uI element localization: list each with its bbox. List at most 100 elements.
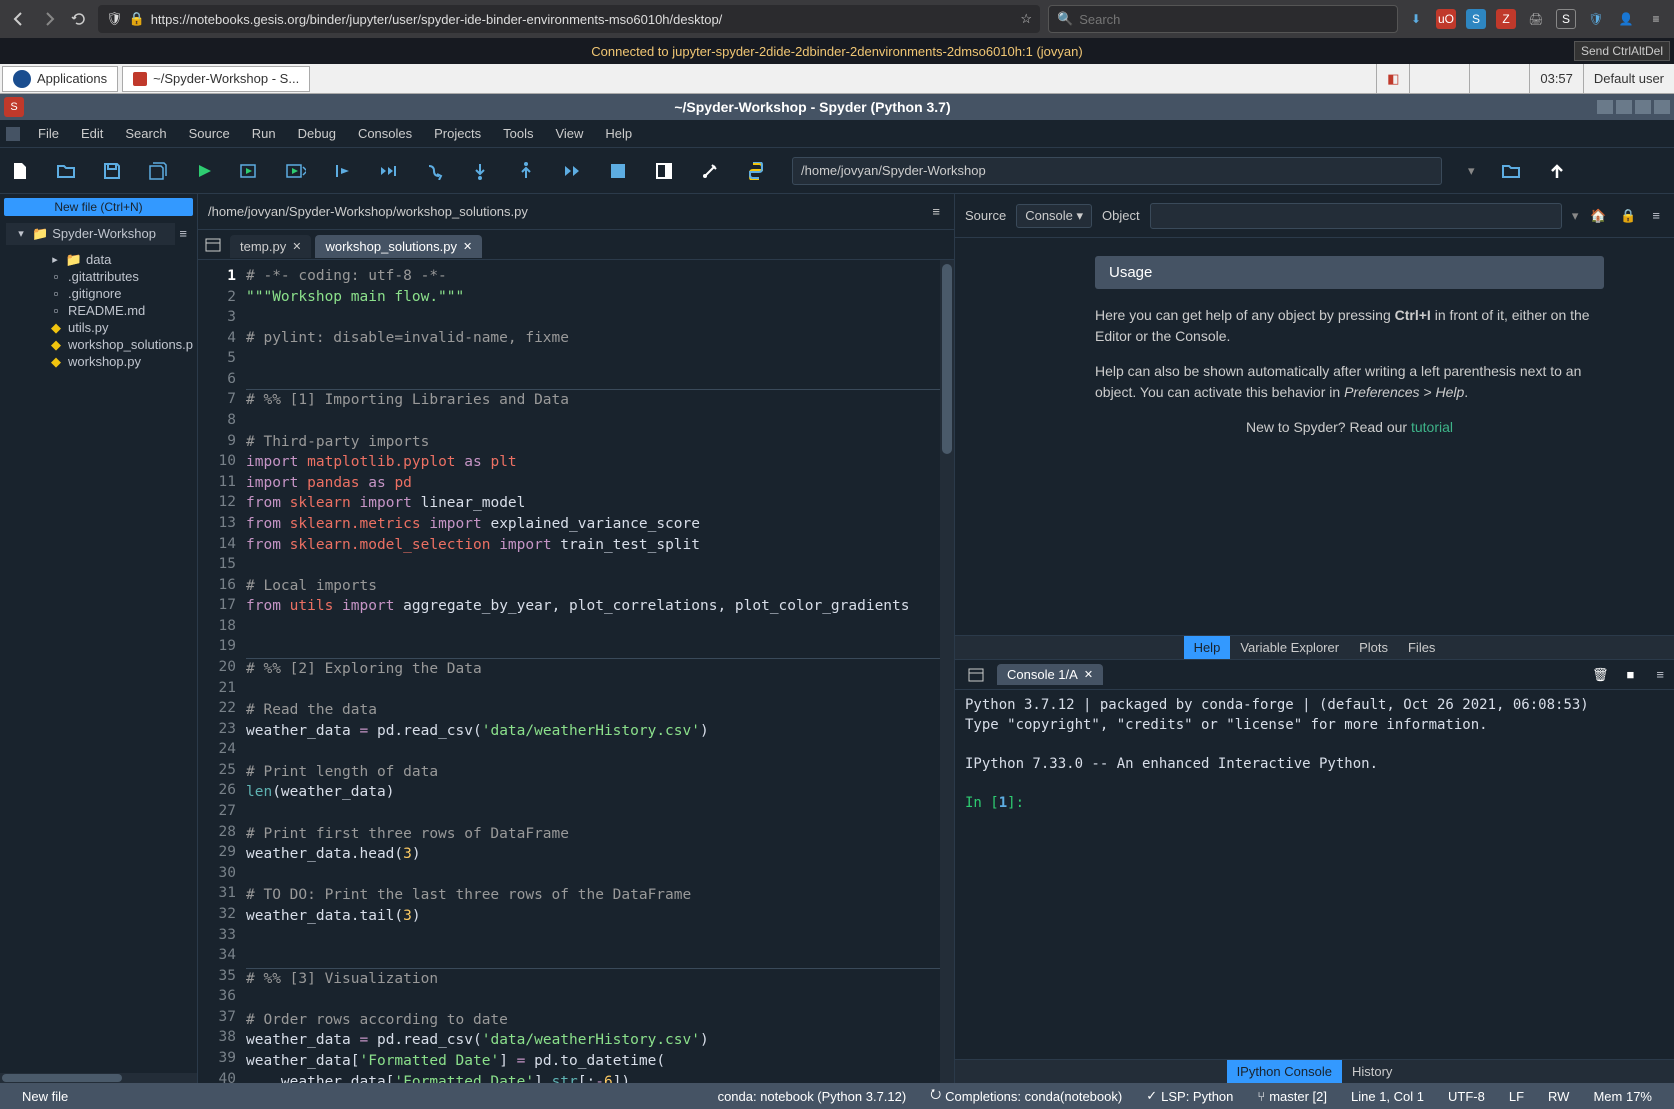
tree-item-workshop-py[interactable]: ◆workshop.py xyxy=(0,353,197,370)
task-window-button[interactable]: ~/Spyder-Workshop - S... xyxy=(122,66,310,92)
back-button[interactable] xyxy=(8,8,30,30)
console-options-icon[interactable]: ≡ xyxy=(1652,663,1668,686)
editor-scrollbar[interactable] xyxy=(940,260,954,1083)
obj-dropdown-icon[interactable]: ▾ xyxy=(1572,208,1579,224)
saveall-toolbar-button[interactable] xyxy=(148,161,168,181)
ext-s-icon[interactable]: S xyxy=(1466,9,1486,29)
project-options-icon[interactable]: ≡ xyxy=(175,222,191,245)
menu-edit[interactable]: Edit xyxy=(71,123,113,144)
run-cell-advance-button[interactable] xyxy=(286,161,306,181)
menu-source[interactable]: Source xyxy=(179,123,240,144)
console-prompt[interactable]: In [1]: xyxy=(965,794,1664,814)
bookmark-star-icon[interactable]: ☆ xyxy=(1020,11,1032,27)
status-eol[interactable]: LF xyxy=(1497,1085,1536,1107)
ext-shield-icon[interactable]: 🛡 xyxy=(1586,9,1606,29)
reload-button[interactable] xyxy=(68,8,90,30)
close-icon[interactable]: ✕ xyxy=(1084,668,1093,681)
parent-dir-button[interactable] xyxy=(1547,161,1567,181)
project-root[interactable]: ▾ 📁 Spyder-Workshop xyxy=(6,223,175,245)
tree-item-data[interactable]: ▸📁data xyxy=(0,251,197,268)
newfile-toolbar-button[interactable] xyxy=(10,161,30,181)
browser-menu-icon[interactable]: ≡ xyxy=(1646,9,1666,29)
console-tab-1a[interactable]: Console 1/A✕ xyxy=(997,664,1103,685)
ext-z-icon[interactable]: Z xyxy=(1496,9,1516,29)
home-icon[interactable]: 🏠 xyxy=(1588,206,1608,226)
debug-step-button[interactable] xyxy=(424,161,444,181)
tab-files[interactable]: Files xyxy=(1398,636,1445,659)
tab-help[interactable]: Help xyxy=(1184,636,1231,659)
tab-temp[interactable]: temp.py✕ xyxy=(230,235,311,258)
applications-button[interactable]: Applications xyxy=(2,66,118,92)
tree-item--gitignore[interactable]: ▫.gitignore xyxy=(0,285,197,302)
maximize-pane-button[interactable] xyxy=(654,161,674,181)
ext-print-icon[interactable]: 🖨 xyxy=(1526,9,1546,29)
preferences-button[interactable] xyxy=(700,161,720,181)
send-ctrlaltdel-button[interactable]: Send CtrlAltDel xyxy=(1574,41,1670,61)
ext-ublock-icon[interactable]: uO xyxy=(1436,9,1456,29)
status-completions[interactable]: ⭮Completions: conda(notebook) xyxy=(918,1085,1134,1107)
lock-icon[interactable]: 🔒 xyxy=(1618,206,1638,226)
minimize-button[interactable] xyxy=(1597,100,1613,114)
status-conda[interactable]: conda: notebook (Python 3.7.12) xyxy=(706,1085,919,1107)
interrupt-icon[interactable]: ■ xyxy=(1627,667,1635,682)
object-input[interactable] xyxy=(1150,203,1562,229)
menu-run[interactable]: Run xyxy=(242,123,286,144)
ext-s2-icon[interactable]: S xyxy=(1556,9,1576,29)
run-selection-button[interactable] xyxy=(332,161,352,181)
menu-view[interactable]: View xyxy=(545,123,593,144)
tree-item--gitattributes[interactable]: ▫.gitattributes xyxy=(0,268,197,285)
open-toolbar-button[interactable] xyxy=(56,161,76,181)
browser-search[interactable]: 🔍 xyxy=(1048,5,1398,33)
debug-continue-button[interactable] xyxy=(562,161,582,181)
tab-workshop-solutions[interactable]: workshop_solutions.py✕ xyxy=(315,235,482,258)
restore-button[interactable] xyxy=(1635,100,1651,114)
debug-stepin-button[interactable] xyxy=(470,161,490,181)
close-icon[interactable]: ✕ xyxy=(292,240,301,253)
user-label[interactable]: Default user xyxy=(1583,64,1674,93)
tree-item-utils-py[interactable]: ◆utils.py xyxy=(0,319,197,336)
status-encoding[interactable]: UTF-8 xyxy=(1436,1085,1497,1107)
code-content[interactable]: # -*- coding: utf-8 -*-"""Workshop main … xyxy=(246,260,940,1083)
menu-projects[interactable]: Projects xyxy=(424,123,491,144)
close-icon[interactable]: ✕ xyxy=(463,240,472,253)
forward-button[interactable] xyxy=(38,8,60,30)
run-button[interactable] xyxy=(194,161,214,181)
run-cell-button[interactable] xyxy=(240,161,260,181)
tab-plots[interactable]: Plots xyxy=(1349,636,1398,659)
menu-search[interactable]: Search xyxy=(115,123,176,144)
editor-options-icon[interactable]: ≡ xyxy=(928,200,944,223)
console-output[interactable]: Python 3.7.12 | packaged by conda-forge … xyxy=(955,690,1674,1059)
menu-tools[interactable]: Tools xyxy=(493,123,543,144)
tree-item-workshop_solutions-p[interactable]: ◆workshop_solutions.p xyxy=(0,336,197,353)
status-cursor[interactable]: Line 1, Col 1 xyxy=(1339,1085,1436,1107)
tab-browse-icon[interactable] xyxy=(198,238,228,252)
debug-stop-button[interactable] xyxy=(608,161,628,181)
tray-slot-1[interactable]: ◧ xyxy=(1376,64,1409,93)
control-box-icon[interactable] xyxy=(6,127,20,141)
wd-dropdown-icon[interactable]: ▾ xyxy=(1468,163,1475,179)
browse-dir-button[interactable] xyxy=(1501,161,1521,181)
tab-history[interactable]: History xyxy=(1342,1060,1402,1083)
url-bar[interactable]: 🛡 🔒 https://notebooks.gesis.org/binder/j… xyxy=(98,5,1040,33)
source-select[interactable]: Console ▾ xyxy=(1016,204,1092,228)
sidebar-scrollbar[interactable] xyxy=(0,1073,197,1083)
menu-file[interactable]: File xyxy=(28,123,69,144)
debug-stepout-button[interactable] xyxy=(516,161,536,181)
browser-search-input[interactable] xyxy=(1079,12,1389,27)
debug-button[interactable] xyxy=(378,161,398,181)
close-button[interactable] xyxy=(1654,100,1670,114)
download-icon[interactable]: ⬇ xyxy=(1406,9,1426,29)
code-editor[interactable]: 1234567891011121314151617181920212223242… xyxy=(198,260,954,1083)
python-path-button[interactable] xyxy=(746,161,766,181)
tutorial-link[interactable]: tutorial xyxy=(1411,419,1453,435)
menu-debug[interactable]: Debug xyxy=(288,123,346,144)
menu-help[interactable]: Help xyxy=(595,123,642,144)
tab-variable-explorer[interactable]: Variable Explorer xyxy=(1230,636,1349,659)
console-browse-icon[interactable] xyxy=(961,668,991,682)
tree-item-README-md[interactable]: ▫README.md xyxy=(0,302,197,319)
maximize-button[interactable] xyxy=(1616,100,1632,114)
remove-vars-icon[interactable]: 🗑 xyxy=(1592,667,1609,683)
tab-ipython-console[interactable]: IPython Console xyxy=(1227,1060,1342,1083)
help-options-icon[interactable]: ≡ xyxy=(1648,204,1664,227)
status-lsp[interactable]: ✓LSP: Python xyxy=(1134,1085,1245,1107)
